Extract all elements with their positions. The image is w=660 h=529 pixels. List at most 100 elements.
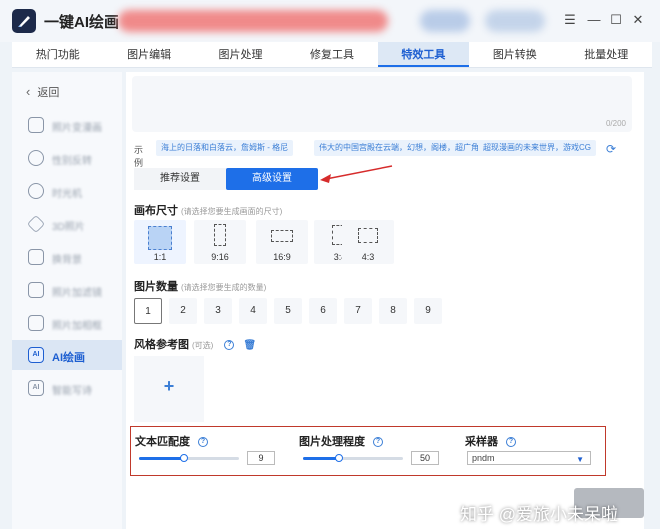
style-ref-upload[interactable]: + — [134, 356, 204, 422]
section-title-text: 风格参考图 — [134, 339, 189, 351]
blurred-item — [420, 10, 470, 32]
title-bar: 一键AI绘画 ☰ — ☐ ✕ — [0, 0, 660, 42]
sampler-select[interactable]: pndm ▼ — [467, 451, 591, 465]
count-option-7[interactable]: 7 — [344, 298, 372, 324]
sidebar-item-label: 照片加相框 — [52, 321, 102, 332]
example-chip[interactable]: 超现漫画的未来世界，游戏CG — [478, 140, 596, 156]
tab-image-edit[interactable]: 图片编辑 — [103, 42, 194, 67]
main-panel: 0/200 示例 海上的日落和白落云，詹姆斯 - 格尼 伟大的中国宫殿在云端，幻… — [126, 72, 644, 529]
image-processing-slider[interactable] — [303, 454, 403, 462]
canvas-size-title: 画布尺寸 (请选择您要生成画面的尺寸) — [134, 202, 282, 218]
ratio-shape — [271, 230, 293, 242]
ratio-option-9-16[interactable]: 9:16 — [194, 220, 246, 264]
count-option-1[interactable]: 1 — [134, 298, 162, 324]
slider-handle[interactable] — [335, 454, 343, 462]
sidebar-item-3d-photo[interactable]: 3D照片 — [12, 209, 122, 239]
image-count-title: 图片数量 (请选择您要生成的数量) — [134, 278, 266, 294]
info-icon[interactable]: ? — [198, 437, 208, 448]
image-processing-value[interactable]: 50 — [411, 451, 439, 465]
sidebar-item-photo-frame[interactable]: 照片加相框 — [12, 308, 122, 338]
section-title-text: 画布尺寸 — [134, 205, 178, 217]
count-option-9[interactable]: 9 — [414, 298, 442, 324]
sidebar: ‹ 返回 照片变漫画 性别反转 时光机 3D照片 换背景 照片加滤镜 照片加相框… — [12, 72, 122, 529]
text-match-slider[interactable] — [139, 454, 239, 462]
text-match-label: 文本匹配度? — [135, 433, 208, 449]
mode-switch: 推荐设置 高级设置 — [134, 168, 318, 190]
sidebar-item-photo-filter[interactable]: 照片加滤镜 — [12, 275, 122, 305]
sidebar-item-label: 换背景 — [52, 255, 82, 266]
ai-icon-text: AI — [32, 351, 40, 358]
tab-image-convert[interactable]: 图片转换 — [469, 42, 560, 67]
close-icon[interactable]: ✕ — [630, 12, 646, 28]
tab-hot-features[interactable]: 热门功能 — [12, 42, 103, 67]
section-hint: (请选择您要生成画面的尺寸) — [181, 207, 283, 216]
info-icon[interactable]: ? — [506, 437, 516, 448]
ratio-option-1-1[interactable]: 1:1 — [134, 220, 186, 264]
refresh-icon[interactable]: ⟳ — [606, 142, 616, 156]
ratio-label: 4:3 — [361, 252, 375, 262]
sidebar-item-time-machine[interactable]: 时光机 — [12, 176, 122, 206]
slider-handle[interactable] — [180, 454, 188, 462]
prompt-input[interactable]: 0/200 — [132, 76, 632, 132]
count-option-2[interactable]: 2 — [169, 298, 197, 324]
sampler-label: 采样器? — [465, 433, 516, 449]
sidebar-item-label: 性别反转 — [52, 156, 92, 167]
example-chip[interactable]: 海上的日落和白落云，詹姆斯 - 格尼 — [156, 140, 294, 156]
advanced-settings-tab[interactable]: 高级设置 — [226, 168, 318, 190]
maximize-icon[interactable]: ☐ — [608, 12, 624, 28]
count-option-4[interactable]: 4 — [239, 298, 267, 324]
minimize-icon[interactable]: — — [586, 12, 602, 28]
sidebar-item-label: 照片变漫画 — [52, 123, 102, 134]
section-hint: (请选择您要生成的数量) — [181, 283, 267, 292]
sidebar-item-label: 智能写诗 — [52, 386, 92, 397]
ai-painting-icon: AI — [28, 347, 44, 363]
ratio-shape — [358, 228, 378, 243]
tab-effects-tools[interactable]: 特效工具 — [377, 42, 470, 67]
sampler-value: pndm — [472, 453, 495, 463]
style-ref-title: 风格参考图 (可选) ? 🗑 — [134, 336, 256, 352]
clock-icon — [28, 183, 44, 199]
image-processing-label: 图片处理程度? — [299, 433, 383, 449]
tab-repair-tools[interactable]: 修复工具 — [286, 42, 377, 67]
ratio-option-16-9[interactable]: 16:9 — [256, 220, 308, 264]
recommend-settings-tab[interactable]: 推荐设置 — [134, 168, 226, 190]
sidebar-item-change-background[interactable]: 换背景 — [12, 242, 122, 272]
examples-label: 示例 — [134, 145, 144, 168]
watermark: 知乎 @爱旅小未呆啦 — [460, 505, 618, 524]
chevron-left-icon: ‹ — [26, 84, 31, 99]
sidebar-item-label: 照片加滤镜 — [52, 288, 102, 299]
sidebar-item-ai-painting[interactable]: AI AI绘画 — [12, 340, 122, 370]
trash-icon[interactable]: 🗑 — [243, 340, 256, 351]
ratio-option-4-3[interactable]: 4:3 — [342, 220, 394, 264]
app-logo-icon — [12, 9, 36, 33]
info-icon[interactable]: ? — [224, 340, 235, 351]
ratio-shape — [148, 226, 172, 250]
ratio-shape — [214, 224, 226, 246]
control-label-text: 图片处理程度 — [299, 436, 365, 448]
section-title-text: 图片数量 — [134, 281, 178, 293]
control-label-text: 文本匹配度 — [135, 436, 190, 448]
sidebar-item-label: AI绘画 — [52, 352, 85, 364]
sidebar-item-ai-poetry[interactable]: AI 智能写诗 — [12, 373, 122, 403]
menu-icon[interactable]: ☰ — [562, 12, 578, 28]
blurred-banner — [118, 10, 388, 32]
blurred-item — [485, 10, 545, 32]
slider-fill — [303, 457, 339, 460]
count-option-8[interactable]: 8 — [379, 298, 407, 324]
tab-batch-process[interactable]: 批量处理 — [561, 42, 652, 67]
background-icon — [28, 249, 44, 265]
ai-poetry-icon: AI — [28, 380, 44, 396]
count-option-5[interactable]: 5 — [274, 298, 302, 324]
back-button[interactable]: ‹ 返回 — [26, 84, 59, 100]
comic-icon — [28, 117, 44, 133]
count-option-6[interactable]: 6 — [309, 298, 337, 324]
info-icon[interactable]: ? — [373, 437, 383, 448]
tab-image-process[interactable]: 图片处理 — [195, 42, 286, 67]
text-match-value[interactable]: 9 — [247, 451, 275, 465]
sidebar-item-photo-to-comic[interactable]: 照片变漫画 — [12, 110, 122, 140]
sidebar-item-gender-swap[interactable]: 性别反转 — [12, 143, 122, 173]
count-option-3[interactable]: 3 — [204, 298, 232, 324]
example-chip[interactable]: 伟大的中国宫殿在云端，幻想，阁楼，超广角 — [314, 140, 484, 156]
back-label: 返回 — [37, 87, 60, 99]
sidebar-item-label: 时光机 — [52, 189, 82, 200]
